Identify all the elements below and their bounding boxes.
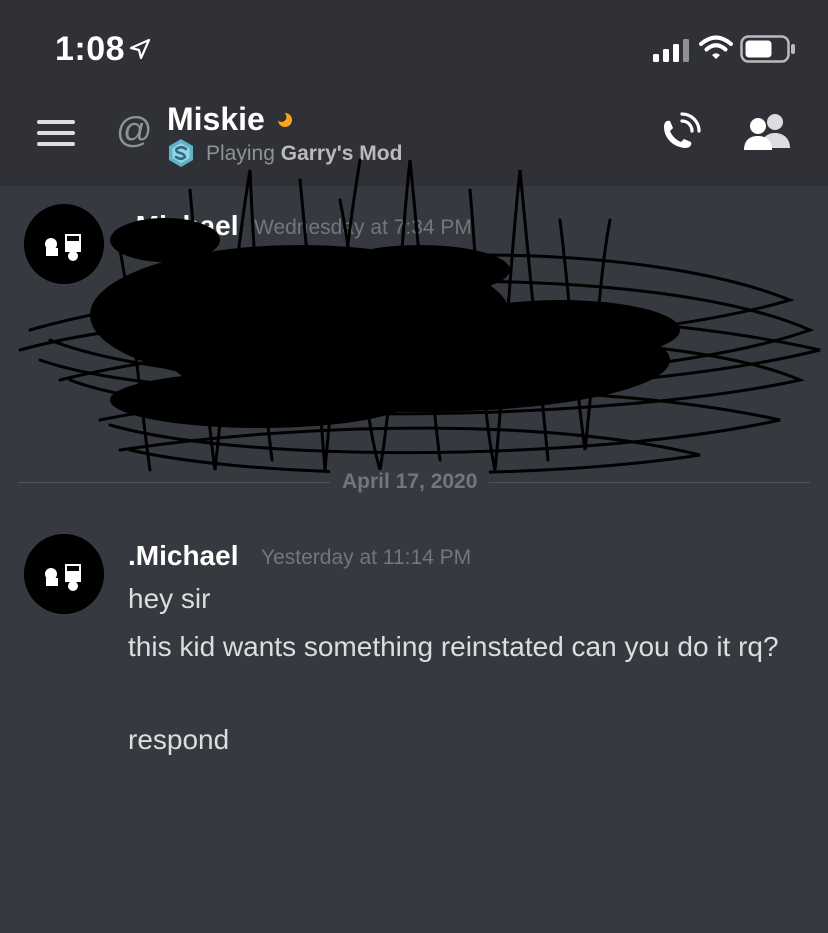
call-icon[interactable] <box>655 110 703 158</box>
message-timestamp: Yesterday at 11:14 PM <box>261 546 472 569</box>
avatar[interactable] <box>24 534 104 614</box>
members-icon[interactable] <box>742 112 794 156</box>
message-group: .Michael Yesterday at 11:14 PM hey sir t… <box>0 530 828 770</box>
author-name[interactable]: .Michael <box>128 210 238 242</box>
cellular-signal-icon <box>653 39 689 62</box>
avatar-image <box>24 534 104 614</box>
message-timestamp: Wednesday at 7:34 PM <box>254 216 472 239</box>
channel-header: @ Miskie Playing Garry's Mod <box>0 90 828 186</box>
author-name[interactable]: .Michael <box>128 540 238 572</box>
location-arrow-icon <box>129 38 151 60</box>
game-icon <box>169 139 193 167</box>
message-line: hey sir <box>128 583 211 614</box>
message-line: respond <box>128 724 230 755</box>
idle-moon-icon <box>277 112 292 127</box>
presence-prefix: Playing <box>206 142 275 165</box>
status-bar: 1:08 <box>0 0 828 90</box>
battery-icon <box>740 35 795 63</box>
date-divider-label: April 17, 2020 <box>330 470 490 494</box>
channel-name: Miskie <box>167 101 265 137</box>
avatar-image <box>24 204 104 284</box>
hamburger-menu-icon[interactable] <box>37 118 75 148</box>
presence-game: Garry's Mod <box>280 142 403 165</box>
message-group: .Michael Wednesday at 7:34 PM <box>0 196 828 466</box>
presence-text: Playing Garry's Mod <box>206 142 402 165</box>
message-line: this kid wants something reinstated can … <box>128 631 779 662</box>
wifi-icon <box>699 35 733 59</box>
avatar[interactable] <box>24 204 104 284</box>
at-sign-icon: @ <box>116 109 153 150</box>
discord-dm-screen: 1:08 @ Miskie Playing Garry's Mod .Micha… <box>0 0 828 933</box>
status-time: 1:08 <box>55 30 126 68</box>
